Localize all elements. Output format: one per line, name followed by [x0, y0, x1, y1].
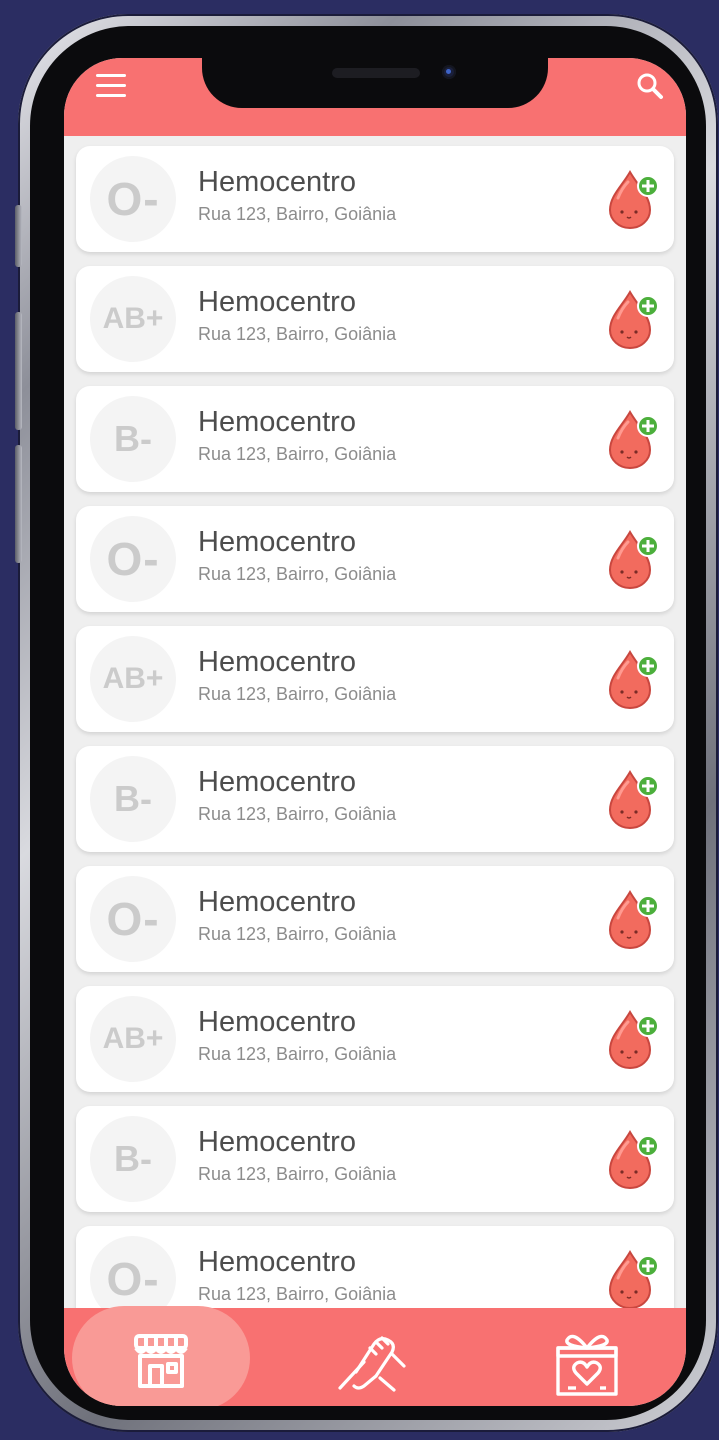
- blood-drop-add-icon[interactable]: [606, 1128, 662, 1190]
- blood-type-badge: O-: [90, 876, 176, 962]
- center-card[interactable]: O- Hemocentro Rua 123, Bairro, Goiânia: [76, 146, 674, 252]
- center-card[interactable]: O- Hemocentro Rua 123, Bairro, Goiânia: [76, 1226, 674, 1308]
- centers-list-panel[interactable]: O- Hemocentro Rua 123, Bairro, Goiânia AB+ H…: [64, 126, 686, 1308]
- blood-drop-add-icon[interactable]: [606, 1248, 662, 1308]
- center-card[interactable]: O- Hemocentro Rua 123, Bairro, Goiânia: [76, 866, 674, 972]
- blood-type-badge: B-: [90, 396, 176, 482]
- center-address: Rua 123, Bairro, Goiânia: [198, 1284, 397, 1304]
- blood-type-badge: AB+: [90, 276, 176, 362]
- blood-type-badge: AB+: [90, 636, 176, 722]
- center-name: Hemocentro: [198, 286, 356, 318]
- front-camera: [442, 65, 456, 79]
- blood-type-badge: O-: [90, 1236, 176, 1308]
- blood-drop-add-icon[interactable]: [606, 888, 662, 950]
- side-button-mute: [15, 205, 22, 267]
- app-screen: O- Hemocentro Rua 123, Bairro, Goiânia AB+ H…: [64, 58, 686, 1406]
- notch: [202, 58, 548, 108]
- earpiece-speaker: [332, 68, 420, 78]
- blood-type-badge: B-: [90, 756, 176, 842]
- side-button-volume-down: [15, 445, 22, 563]
- center-address: Rua 123, Bairro, Goiânia: [198, 1164, 397, 1184]
- center-address: Rua 123, Bairro, Goiânia: [198, 564, 397, 584]
- center-card[interactable]: AB+ Hemocentro Rua 123, Bairro, Goiânia: [76, 626, 674, 732]
- center-card[interactable]: O- Hemocentro Rua 123, Bairro, Goiânia: [76, 506, 674, 612]
- center-name: Hemocentro: [198, 766, 356, 798]
- blood-type-badge: B-: [90, 1116, 176, 1202]
- center-name: Hemocentro: [198, 886, 356, 918]
- center-address: Rua 123, Bairro, Goiânia: [198, 204, 397, 224]
- bottom-navigation: [64, 1306, 686, 1406]
- nav-donate-handshake-icon[interactable]: [334, 1326, 406, 1396]
- center-address: Rua 123, Bairro, Goiânia: [198, 324, 397, 344]
- blood-drop-add-icon[interactable]: [606, 1008, 662, 1070]
- center-card[interactable]: B- Hemocentro Rua 123, Bairro, Goiânia: [76, 1106, 674, 1212]
- blood-drop-add-icon[interactable]: [606, 768, 662, 830]
- center-name: Hemocentro: [198, 1246, 356, 1278]
- blood-drop-add-icon[interactable]: [606, 168, 662, 230]
- center-address: Rua 123, Bairro, Goiânia: [198, 1044, 397, 1064]
- hamburger-menu-icon[interactable]: [96, 74, 126, 98]
- center-name: Hemocentro: [198, 1006, 356, 1038]
- blood-type-badge: O-: [90, 156, 176, 242]
- center-card[interactable]: B- Hemocentro Rua 123, Bairro, Goiânia: [76, 746, 674, 852]
- center-address: Rua 123, Bairro, Goiânia: [198, 924, 397, 944]
- center-name: Hemocentro: [198, 406, 356, 438]
- nav-rewards-gift-heart-icon[interactable]: [552, 1326, 622, 1396]
- center-card[interactable]: AB+ Hemocentro Rua 123, Bairro, Goiânia: [76, 266, 674, 372]
- center-name: Hemocentro: [198, 526, 356, 558]
- blood-type-badge: AB+: [90, 996, 176, 1082]
- nav-centers-store-icon[interactable]: [126, 1326, 196, 1396]
- blood-drop-add-icon[interactable]: [606, 528, 662, 590]
- center-address: Rua 123, Bairro, Goiânia: [198, 444, 397, 464]
- search-icon[interactable]: [636, 72, 664, 100]
- blood-type-badge: O-: [90, 516, 176, 602]
- center-address: Rua 123, Bairro, Goiânia: [198, 684, 397, 704]
- center-address: Rua 123, Bairro, Goiânia: [198, 804, 397, 824]
- blood-drop-add-icon[interactable]: [606, 288, 662, 350]
- side-button-volume-up: [15, 312, 22, 430]
- center-card[interactable]: B- Hemocentro Rua 123, Bairro, Goiânia: [76, 386, 674, 492]
- center-card[interactable]: AB+ Hemocentro Rua 123, Bairro, Goiânia: [76, 986, 674, 1092]
- blood-drop-add-icon[interactable]: [606, 408, 662, 470]
- blood-drop-add-icon[interactable]: [606, 648, 662, 710]
- centers-list: O- Hemocentro Rua 123, Bairro, Goiânia AB+ H…: [76, 146, 674, 1308]
- center-name: Hemocentro: [198, 166, 356, 198]
- center-name: Hemocentro: [198, 646, 356, 678]
- center-name: Hemocentro: [198, 1126, 356, 1158]
